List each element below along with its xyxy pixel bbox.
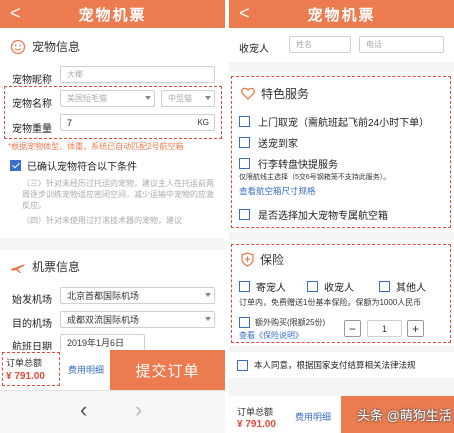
- special-services-card: 特色服务 上门取宠（需航班起飞前24小时下单） 送宠到家 行李转盘快提服务 仅限…: [229, 72, 454, 232]
- confirm-row[interactable]: 已确认宠物符合以下条件: [10, 158, 137, 173]
- airplane-icon: [10, 260, 26, 274]
- extra-insurance-checkbox[interactable]: [239, 317, 250, 328]
- browser-nav: ‹ ›: [0, 390, 225, 433]
- insure-other-option[interactable]: 其他人: [379, 279, 426, 294]
- section-title: 宠物信息: [32, 40, 81, 54]
- other-label: 其他人: [396, 283, 426, 294]
- extra-insurance-row[interactable]: 额外购买(限额25份): [239, 317, 325, 328]
- destination-label: 目的机场: [12, 319, 52, 330]
- big-crate-row[interactable]: 是否选择加大宠物专属航空箱: [239, 207, 388, 222]
- condition-text-4: （四）针对未使用过打滚技术器的宠物，建议: [22, 216, 182, 225]
- right-header: < 宠物机票: [229, 0, 454, 28]
- page-title: 宠物机票: [78, 6, 147, 24]
- agreement-option[interactable]: 本人同意，根据国家支付结算相关法律法规: [237, 359, 416, 371]
- nickname-field[interactable]: 大椰: [60, 66, 215, 83]
- section-title: 特色服务: [261, 87, 310, 101]
- left-header: < 宠物机票: [0, 0, 225, 28]
- weight-unit: KG: [197, 118, 209, 127]
- left-screen: < 宠物机票 宠物信息 宠物昵称 大椰 宠物名称 美国短毛猫 中型猫 宠物重量 …: [0, 0, 225, 433]
- agreement-label: 本人同意，根据国家支付结算相关法律法规: [254, 360, 416, 370]
- delivery-checkbox[interactable]: [239, 137, 250, 148]
- service-pickup-row[interactable]: 上门取宠（需航班起飞前24小时下单）: [239, 114, 429, 129]
- big-crate-label: 是否选择加大宠物专属航空箱: [258, 211, 388, 222]
- heart-icon: [241, 87, 255, 100]
- crate-size-link[interactable]: 查看航空箱尺寸规格: [239, 186, 316, 197]
- chevron-down-icon: [205, 317, 211, 321]
- chevron-down-icon: [145, 96, 151, 100]
- insure-sender-option[interactable]: 寄宠人: [239, 279, 286, 294]
- carousel-checkbox[interactable]: [239, 158, 250, 169]
- receiver-name-field[interactable]: 姓名: [289, 36, 351, 53]
- section-title: 保险: [260, 253, 285, 267]
- smiley-icon: [10, 39, 26, 55]
- insurance-header: 保险: [241, 251, 284, 268]
- watermark: 头条 @萌狗生活: [357, 408, 452, 423]
- carousel-label: 行李转盘快提服务: [258, 160, 338, 171]
- receiver-label: 收宠人: [239, 44, 269, 55]
- chevron-down-icon: [205, 96, 211, 100]
- other-checkbox[interactable]: [379, 281, 390, 292]
- qty-minus-button[interactable]: −: [344, 320, 361, 337]
- receiver-card: 收宠人 姓名 电话: [229, 28, 454, 62]
- origin-label: 始发机场: [12, 295, 52, 306]
- pet-weight-field[interactable]: 7 KG: [60, 114, 215, 131]
- sender-label: 寄宠人: [256, 283, 286, 294]
- insurance-terms-link[interactable]: 查看《保险说明》: [239, 330, 303, 341]
- receiver-phone-field[interactable]: 电话: [359, 36, 444, 53]
- insurance-desc: 订单内，免费赠送1份基本保险。保额为1000人民币: [239, 298, 422, 307]
- ticket-info-card: 机票信息 始发机场 北京首都国际机场 目的机场 成都双流国际机场 航班日期 20…: [0, 250, 225, 353]
- condition-text-3: （三）针对未经历过托运的宠物，建议主人在托运前两周逐步训练宠物适应密闭空间，减少…: [22, 179, 214, 210]
- receiver-checkbox[interactable]: [307, 281, 318, 292]
- pet-name-label: 宠物名称: [12, 99, 52, 110]
- pet-info-header: 宠物信息: [10, 38, 80, 55]
- pet-info-card: 宠物信息 宠物昵称 大椰 宠物名称 美国短毛猫 中型猫 宠物重量 7 KG *根据…: [0, 28, 225, 238]
- submit-order-button[interactable]: 提交订单: [110, 350, 225, 390]
- confirm-label: 已确认宠物符合以下条件: [27, 162, 137, 173]
- service-delivery-row[interactable]: 送宠到家: [239, 135, 298, 150]
- order-total-label: 订单总额: [237, 407, 274, 417]
- extra-insurance-label: 额外购买(限额25份): [255, 318, 326, 327]
- ticket-info-header: 机票信息: [10, 258, 80, 275]
- service-carousel-row[interactable]: 行李转盘快提服务: [239, 156, 338, 171]
- flight-date-field[interactable]: 2019年1月6日: [60, 334, 145, 351]
- pet-size-select[interactable]: 中型猫: [161, 90, 215, 107]
- sender-checkbox[interactable]: [239, 281, 250, 292]
- delivery-label: 送宠到家: [258, 139, 298, 150]
- nickname-label: 宠物昵称: [12, 75, 52, 86]
- big-crate-checkbox[interactable]: [239, 209, 250, 220]
- nav-back-icon[interactable]: ‹: [80, 397, 87, 423]
- back-button[interactable]: <: [239, 3, 250, 23]
- page-title: 宠物机票: [307, 6, 376, 24]
- fee-detail-link[interactable]: 费用明细: [68, 363, 104, 376]
- agreement-checkbox[interactable]: [237, 359, 248, 371]
- nav-forward-icon[interactable]: ›: [135, 397, 142, 423]
- services-header: 特色服务: [241, 85, 309, 102]
- qty-plus-button[interactable]: +: [407, 320, 424, 337]
- insurance-card: 保险 寄宠人 收宠人 其他人 订单内，免费赠送1份基本保险。保额为1000人民币…: [229, 240, 454, 346]
- right-screen: < 宠物机票 收宠人 姓名 电话 特色服务 上门取宠（需航班起飞前24小时下单）…: [229, 0, 454, 433]
- order-total-value: ¥ 791.00: [6, 371, 45, 382]
- crate-match-hint: *根据宠物体型、体重，系统已自动匹配2号航空箱: [8, 142, 184, 151]
- confirm-checkbox[interactable]: [10, 160, 21, 171]
- order-total-value: ¥ 791.00: [237, 419, 276, 430]
- receiver-option-label: 收宠人: [324, 283, 354, 294]
- section-title: 机票信息: [32, 260, 81, 274]
- destination-airport-select[interactable]: 成都双流国际机场: [60, 311, 215, 328]
- chevron-down-icon: [205, 293, 211, 297]
- back-button[interactable]: <: [10, 3, 21, 23]
- pet-breed-select[interactable]: 美国短毛猫: [60, 90, 155, 107]
- pet-weight-label: 宠物重量: [12, 124, 52, 135]
- order-total-label: 订单总额: [6, 358, 43, 368]
- agreement-row: 本人同意，根据国家支付结算相关法律法规: [229, 352, 454, 378]
- shield-icon: [241, 252, 254, 267]
- qty-field[interactable]: 1: [367, 320, 402, 337]
- fee-detail-link[interactable]: 费用明细: [295, 410, 331, 423]
- carousel-note: 仅限航线主选择（5交6号钢箱笼不支持此服务）。: [239, 174, 391, 181]
- insure-receiver-option[interactable]: 收宠人: [307, 279, 354, 294]
- pickup-checkbox[interactable]: [239, 116, 250, 127]
- pickup-label: 上门取宠（需航班起飞前24小时下单）: [258, 118, 430, 129]
- origin-airport-select[interactable]: 北京首都国际机场: [60, 287, 215, 304]
